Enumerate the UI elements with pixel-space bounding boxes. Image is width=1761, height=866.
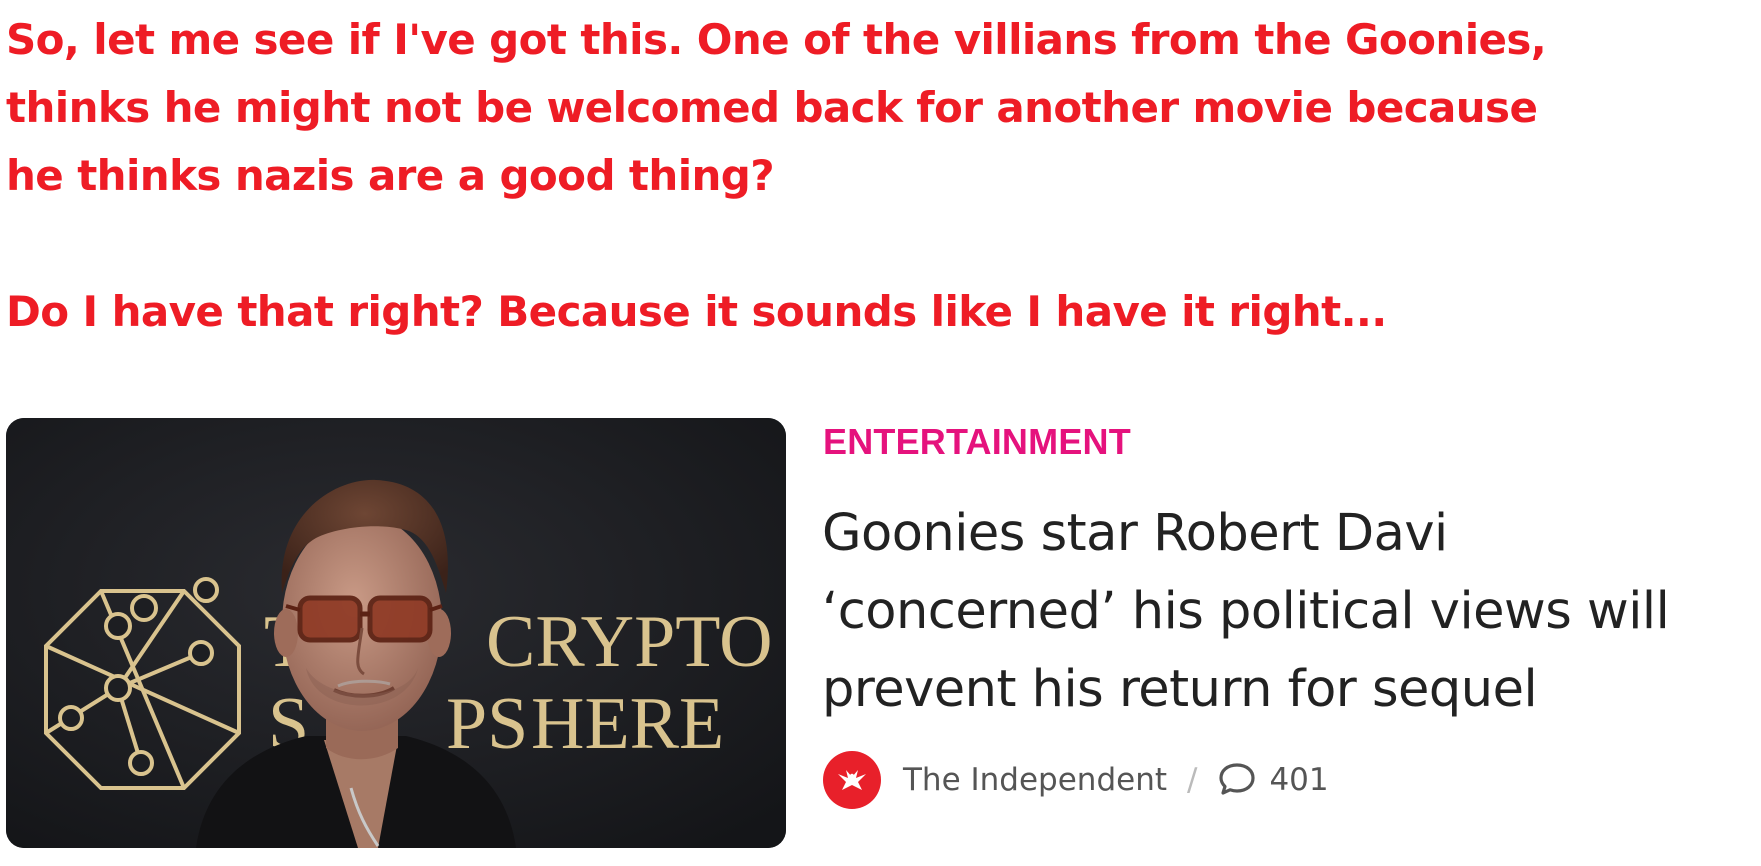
speech-bubble-icon[interactable] [1217,761,1257,799]
backdrop-text-line: CRYPTO [486,601,773,683]
article-headline[interactable]: Goonies star Robert Davi ‘concerned’ his… [822,495,1752,729]
article-category[interactable]: ENTERTAINMENT [823,421,1131,463]
article-meta: The Independent / 401 [823,750,1329,810]
source-name[interactable]: The Independent [903,762,1167,798]
caption-line: So, let me see if I've got this. One of … [6,15,1547,64]
eagle-logo-icon[interactable] [823,751,881,809]
caption-line: Do I have that right? Because it sounds … [6,287,1387,336]
backdrop-text-fragment: PS [446,683,528,765]
comment-count[interactable]: 401 [1269,762,1328,798]
meta-separator: / [1187,762,1198,798]
post-caption: So, let me see if I've got this. One of … [6,6,1756,346]
article-thumbnail[interactable]: CRYPTO HERE T S PS [6,418,786,848]
caption-line: thinks he might not be welcomed back for… [6,83,1538,132]
backdrop-text-line: HERE [531,683,724,765]
caption-line: he thinks nazis are a good thing? [6,151,775,200]
